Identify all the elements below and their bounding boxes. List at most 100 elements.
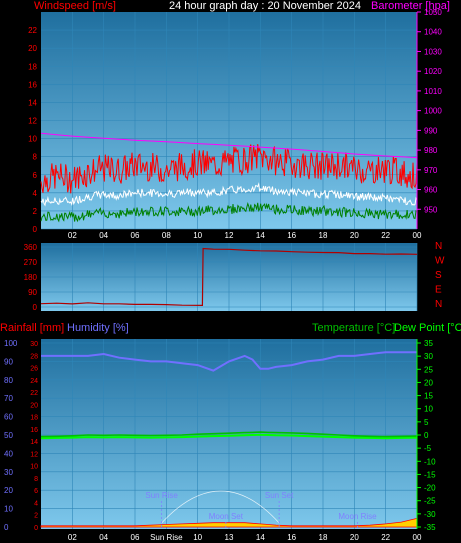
humidity-tick-label: 100	[4, 339, 18, 348]
direction-tick-label: 360	[24, 243, 38, 252]
event-annotation-label: Moon Rise	[338, 512, 377, 521]
temperature-tick-label: 25	[424, 365, 433, 374]
temp-humidity-rain-panel: Sun Rise Sun SetMoon Set Moon Rise 0102030…	[4, 339, 436, 542]
time-tick-label: 10	[193, 231, 202, 240]
rain-tick-label: 20	[30, 402, 38, 409]
temperature-tick-label: 10	[424, 405, 433, 414]
time-tick-label: 04	[99, 533, 108, 542]
time-tick-label: 18	[319, 231, 328, 240]
windspeed-tick-label: 0	[33, 225, 38, 234]
temperature-tick-label: 35	[424, 339, 433, 348]
temperature-tick-label: 30	[424, 352, 433, 361]
temperature-tick-label: 15	[424, 392, 433, 401]
compass-label: W	[435, 256, 445, 267]
time-tick-label: 16	[287, 231, 296, 240]
time-tick-label: 00	[413, 231, 422, 240]
time-tick-label: 02	[68, 231, 77, 240]
event-annotation-label: Sun Rise	[145, 491, 178, 500]
compass-label: N	[435, 241, 442, 252]
rain-tick-label: 4	[34, 500, 38, 507]
wind-barometer-panel: 0246810121416182022 95096097098099010001…	[28, 8, 442, 240]
barometer-tick-label: 1050	[424, 8, 442, 17]
direction-tick-label: 0	[33, 303, 38, 312]
temperature-tick-label: -25	[424, 497, 436, 506]
compass-label: N	[435, 299, 442, 310]
humidity-tick-label: 0	[4, 523, 9, 532]
time-tick-label: 16	[287, 533, 296, 542]
temperature-tick-label: -35	[424, 523, 436, 532]
temperature-tick-label: -5	[424, 444, 432, 453]
rain-tick-label: 0	[34, 525, 38, 532]
windspeed-tick-label: 18	[28, 62, 37, 71]
time-tick-label: 13	[225, 533, 234, 542]
time-tick-label: Sun Rise	[150, 533, 183, 542]
time-tick-label: 06	[131, 533, 140, 542]
rain-tick-label: 10	[30, 464, 38, 471]
humidity-tick-label: 70	[4, 394, 13, 403]
windspeed-tick-label: 14	[28, 98, 37, 107]
time-tick-label: 00	[413, 533, 422, 542]
barometer-tick-label: 980	[424, 146, 438, 155]
barometer-tick-label: 1040	[424, 28, 442, 37]
time-tick-label: 22	[381, 533, 390, 542]
humidity-tick-label: 20	[4, 486, 13, 495]
time-tick-label: 10	[193, 533, 202, 542]
rain-tick-label: 2	[34, 513, 38, 520]
windspeed-tick-label: 12	[28, 117, 37, 126]
barometer-tick-label: 1030	[424, 47, 442, 56]
time-tick-label: 14	[256, 533, 265, 542]
humidity-tick-label: 50	[4, 431, 13, 440]
time-tick-label: 04	[99, 231, 108, 240]
barometer-tick-label: 990	[424, 126, 438, 135]
temperature-tick-label: 0	[424, 431, 429, 440]
event-annotation-label: Moon Set	[209, 512, 244, 521]
humidity-tick-label: 60	[4, 413, 13, 422]
direction-tick-label: 90	[28, 288, 37, 297]
time-tick-label: 20	[350, 533, 359, 542]
windspeed-tick-label: 2	[33, 207, 38, 216]
rainfall-axis-title: Rainfall [mm]	[0, 322, 64, 334]
barometer-tick-label: 960	[424, 186, 438, 195]
temperature-axis-title: Temperature [°C]	[312, 322, 395, 334]
windspeed-tick-label: 20	[28, 44, 37, 53]
windspeed-tick-label: 8	[33, 153, 38, 162]
barometer-tick-label: 1020	[424, 67, 442, 76]
barometer-tick-label: 1000	[424, 107, 442, 116]
rain-tick-label: 18	[30, 415, 38, 422]
wind-direction-panel: 090180270360 NWSEN	[24, 241, 445, 312]
temperature-tick-label: 20	[424, 378, 433, 387]
rain-tick-label: 14	[30, 439, 38, 446]
weather-graph-canvas: Windspeed [m/s] 24 hour graph day : 20 N…	[0, 0, 461, 542]
rain-tick-label: 30	[30, 341, 38, 348]
time-tick-label: 14	[256, 231, 265, 240]
rain-tick-label: 26	[30, 366, 38, 373]
rain-tick-label: 8	[34, 476, 38, 483]
time-tick-label: 08	[162, 231, 171, 240]
temperature-tick-label: -10	[424, 457, 436, 466]
humidity-axis-title: Humidity [%]	[67, 322, 129, 334]
time-tick-label: 18	[319, 533, 328, 542]
direction-tick-label: 180	[24, 273, 38, 282]
windspeed-tick-label: 4	[33, 189, 38, 198]
rain-tick-label: 24	[30, 378, 38, 385]
rain-tick-label: 16	[30, 427, 38, 434]
humidity-tick-label: 10	[4, 505, 13, 514]
temperature-tick-label: -15	[424, 470, 436, 479]
windspeed-tick-label: 6	[33, 171, 38, 180]
rain-tick-label: 22	[30, 390, 38, 397]
rain-tick-label: 6	[34, 488, 38, 495]
humidity-tick-label: 40	[4, 449, 13, 458]
windspeed-tick-label: 22	[28, 26, 37, 35]
humidity-tick-label: 80	[4, 376, 13, 385]
time-tick-label: 20	[350, 231, 359, 240]
barometer-tick-label: 1010	[424, 87, 442, 96]
time-tick-label: 12	[225, 231, 234, 240]
windspeed-tick-label: 16	[28, 80, 37, 89]
time-tick-label: 02	[68, 533, 77, 542]
direction-tick-label: 270	[24, 258, 38, 267]
time-tick-label: 22	[381, 231, 390, 240]
temperature-tick-label: 5	[424, 418, 429, 427]
temperature-tick-label: -20	[424, 484, 436, 493]
barometer-tick-label: 950	[424, 205, 438, 214]
compass-label: S	[435, 270, 442, 281]
